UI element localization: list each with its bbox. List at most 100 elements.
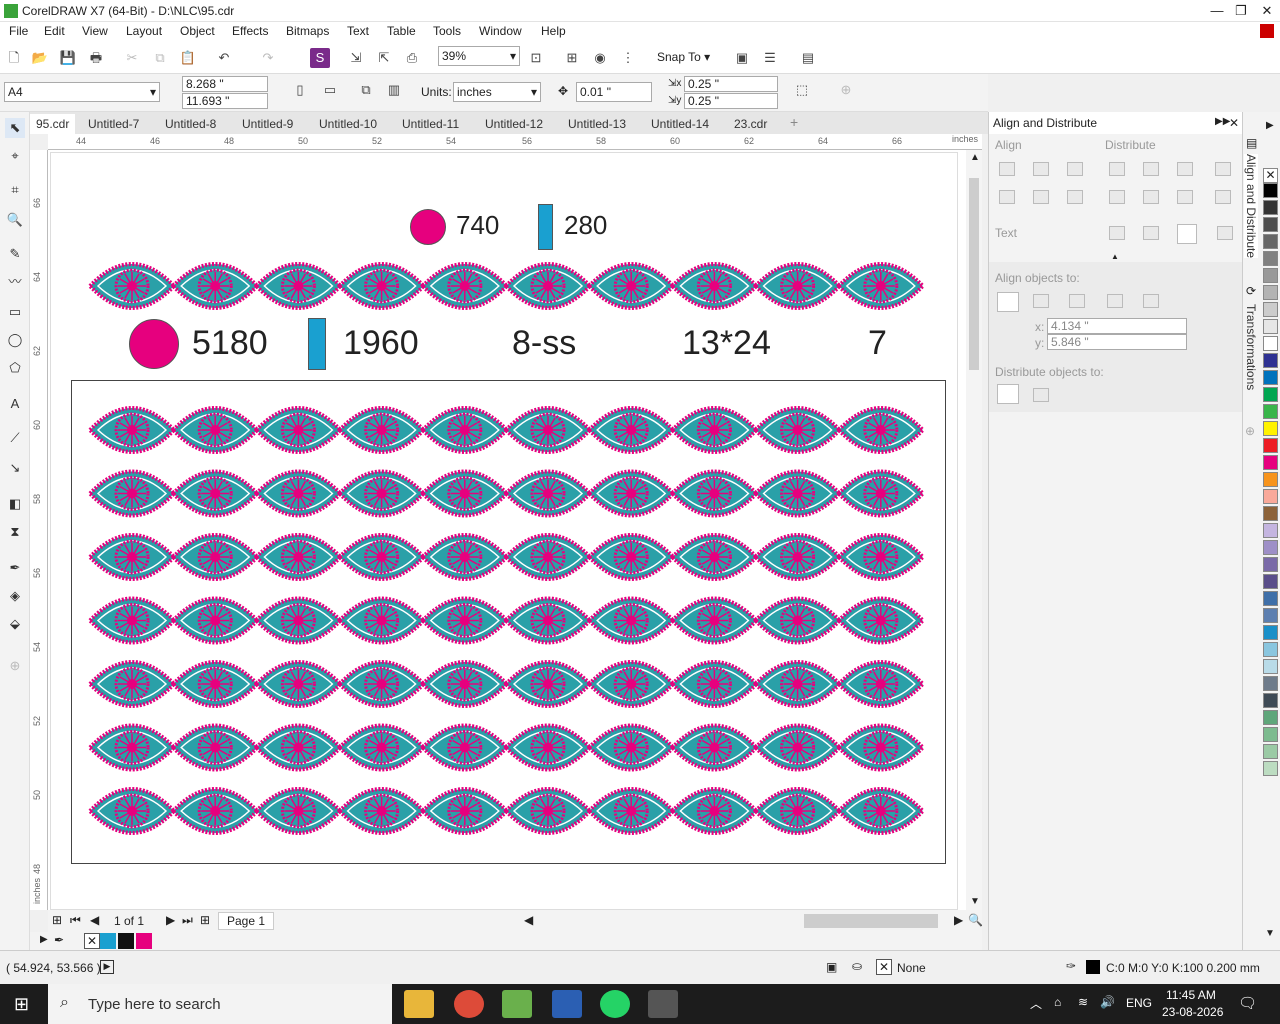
- zoom-level-dropdown[interactable]: 39% ▾: [438, 46, 520, 66]
- tab-untitled-12[interactable]: Untitled-12: [479, 114, 549, 134]
- volume-icon[interactable]: 🔊: [1100, 995, 1115, 1009]
- palette-swatch[interactable]: [1263, 234, 1278, 249]
- text-first-line-icon[interactable]: [1109, 226, 1125, 240]
- magenta-swatch[interactable]: [136, 933, 152, 949]
- border-motif-single[interactable]: [88, 258, 928, 314]
- distribute-to-selection-icon[interactable]: [997, 384, 1019, 404]
- network-icon[interactable]: ⌂: [1054, 995, 1061, 1009]
- play-icon[interactable]: ▶: [100, 960, 114, 974]
- menu-effects[interactable]: Effects: [232, 24, 268, 38]
- align-to-point-icon[interactable]: [1143, 294, 1159, 308]
- palette-scroll-icon[interactable]: ▶: [1266, 120, 1274, 131]
- show-guidelines-icon[interactable]: ⋮: [618, 48, 638, 68]
- add-docker-icon[interactable]: ⊕: [1245, 424, 1255, 438]
- dimensions-label[interactable]: 13*24: [682, 324, 771, 363]
- menu-window[interactable]: Window: [479, 24, 522, 38]
- drawing-canvas[interactable]: 740 280 5180 1960 8-ss 13*24 7: [48, 150, 966, 910]
- duplicate-y-input[interactable]: 0.25 ": [684, 93, 778, 109]
- eyedropper-icon[interactable]: ✒: [54, 933, 64, 947]
- menu-object[interactable]: Object: [180, 24, 215, 38]
- crop-tool-icon[interactable]: ⌗: [5, 180, 25, 200]
- small-stone-circle[interactable]: [410, 209, 446, 245]
- zoom-navigator-icon[interactable]: 🔍: [968, 913, 983, 927]
- align-top-icon[interactable]: [999, 190, 1015, 204]
- palette-swatch[interactable]: [1263, 676, 1278, 691]
- polygon-tool-icon[interactable]: ⬠: [5, 358, 25, 378]
- print-icon[interactable]: 🖶: [86, 48, 106, 68]
- big-circle-count[interactable]: 5180: [192, 324, 268, 363]
- tab-23-cdr[interactable]: 23.cdr: [728, 114, 773, 134]
- next-page-icon[interactable]: ▶: [166, 913, 175, 927]
- distribute-to-page-icon[interactable]: [1033, 388, 1049, 402]
- align-right-icon[interactable]: [1067, 162, 1083, 176]
- distribute-left-icon[interactable]: [1109, 162, 1125, 176]
- palette-swatch[interactable]: [1263, 608, 1278, 623]
- palette-swatch[interactable]: [1263, 404, 1278, 419]
- interactive-fill-icon[interactable]: ◈: [5, 586, 25, 606]
- coreldraw-taskbar-icon[interactable]: [502, 990, 532, 1018]
- big-rect-count[interactable]: 1960: [343, 324, 419, 363]
- tab-untitled-8[interactable]: Untitled-8: [159, 114, 222, 134]
- chrome-icon[interactable]: [454, 990, 484, 1018]
- zoom-to-fit-icon[interactable]: ⊡: [526, 48, 546, 68]
- fill-none-swatch[interactable]: ✕: [876, 959, 892, 975]
- smart-fill-icon[interactable]: ⬙: [5, 614, 25, 634]
- tab-transformations[interactable]: Transformations: [1244, 304, 1258, 390]
- import-icon[interactable]: ⇲: [346, 48, 366, 68]
- add-icon[interactable]: ⊕: [836, 80, 856, 100]
- big-stone-rect[interactable]: [308, 318, 326, 370]
- palette-swatch[interactable]: [1263, 353, 1278, 368]
- distribute-middle-icon[interactable]: [1143, 190, 1159, 204]
- no-fill-swatch[interactable]: ✕: [1263, 168, 1278, 183]
- palette-swatch[interactable]: [1263, 574, 1278, 589]
- redo-icon[interactable]: ↷: [258, 48, 278, 68]
- whatsapp-icon[interactable]: [600, 990, 630, 1018]
- zoom-tool-icon[interactable]: 🔍: [5, 210, 25, 230]
- outline-color-swatch[interactable]: [1086, 960, 1100, 974]
- nudge-distance-input[interactable]: 0.01 ": [576, 82, 652, 102]
- freehand-tool-icon[interactable]: ✎: [5, 244, 25, 264]
- vertical-scroll-thumb[interactable]: [969, 178, 979, 370]
- show-rulers-icon[interactable]: ⊞: [562, 48, 582, 68]
- search-content-icon[interactable]: S: [310, 48, 330, 68]
- palette-swatch[interactable]: [1263, 761, 1278, 776]
- undo-icon[interactable]: ↶: [214, 48, 234, 68]
- prev-page-icon[interactable]: ◀: [90, 913, 99, 927]
- close-icon[interactable]: ✕: [1254, 0, 1280, 22]
- add-tool-icon[interactable]: ⊕: [5, 656, 25, 676]
- menu-table[interactable]: Table: [387, 24, 416, 38]
- duplicate-x-input[interactable]: 0.25 ": [684, 76, 778, 92]
- options-icon[interactable]: ☰: [760, 48, 780, 68]
- menu-tools[interactable]: Tools: [433, 24, 461, 38]
- menu-text[interactable]: Text: [347, 24, 369, 38]
- palette-swatch[interactable]: [1263, 285, 1278, 300]
- scroll-left-icon[interactable]: ◀: [524, 913, 533, 927]
- menu-help[interactable]: Help: [541, 24, 566, 38]
- landscape-icon[interactable]: ▭: [320, 80, 340, 100]
- tab-untitled-14[interactable]: Untitled-14: [645, 114, 715, 134]
- align-to-active-icon[interactable]: [997, 292, 1019, 312]
- palette-swatch[interactable]: [1263, 506, 1278, 521]
- palette-swatch[interactable]: [1263, 693, 1278, 708]
- restore-icon[interactable]: ❐: [1228, 0, 1254, 22]
- text-tool-icon[interactable]: A: [5, 394, 25, 414]
- text-last-line-icon[interactable]: [1143, 226, 1159, 240]
- docker-collapse-icon[interactable]: ▶▶: [1215, 116, 1230, 127]
- tab-untitled-7[interactable]: Untitled-7: [82, 114, 145, 134]
- palette-swatch[interactable]: [1263, 421, 1278, 436]
- horizontal-scroll-thumb[interactable]: [804, 914, 938, 928]
- page-height-input[interactable]: 11.693 ": [182, 93, 268, 109]
- pick-tool-icon[interactable]: ⬉: [5, 118, 25, 138]
- artistic-media-icon[interactable]: 〰: [5, 272, 25, 292]
- rows-label[interactable]: 7: [868, 324, 887, 363]
- scroll-up-icon[interactable]: ▲: [970, 152, 980, 163]
- app-taskbar-icon[interactable]: [552, 990, 582, 1018]
- current-page-icon[interactable]: ▥: [384, 80, 404, 100]
- add-page-icon[interactable]: ⊞: [52, 913, 62, 927]
- paste-icon[interactable]: 📋: [178, 48, 198, 68]
- menu-edit[interactable]: Edit: [44, 24, 65, 38]
- menu-view[interactable]: View: [82, 24, 108, 38]
- eyedropper-icon[interactable]: ✒: [5, 558, 25, 578]
- notifications-icon[interactable]: 🗨: [1238, 994, 1257, 1012]
- palette-scroll-down-icon[interactable]: ▼: [1265, 928, 1275, 939]
